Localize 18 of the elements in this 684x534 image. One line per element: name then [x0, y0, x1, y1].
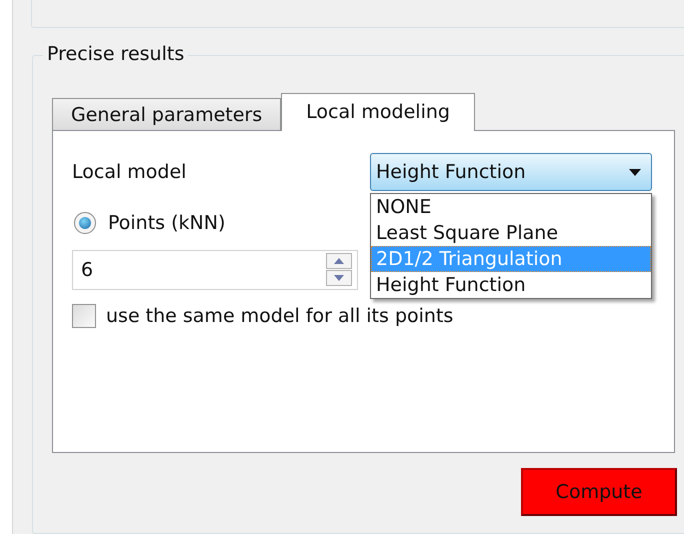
field-label: Local model	[72, 160, 188, 185]
radio-button[interactable]	[74, 212, 96, 234]
compute-button[interactable]: Compute	[521, 468, 677, 516]
down-arrow-icon	[334, 275, 344, 281]
dropdown-option[interactable]: Height Function	[371, 272, 651, 298]
spin-up-button[interactable]	[326, 253, 352, 269]
dropdown-option[interactable]: NONE	[371, 194, 651, 220]
tab[interactable]: Local modeling	[281, 93, 475, 131]
caret-icon	[629, 168, 641, 176]
radio-label: Points (kNN)	[108, 210, 226, 236]
number-field[interactable]: 6	[72, 250, 358, 290]
dropdown-option[interactable]: Least Square Plane	[371, 220, 651, 246]
checkbox[interactable]	[72, 304, 96, 328]
local-model-dropdown[interactable]: Height Function	[370, 153, 652, 191]
spin-down-button[interactable]	[326, 270, 352, 286]
checkbox-label: use the same model for all its points	[106, 304, 454, 329]
tab[interactable]: General parameters	[52, 98, 282, 130]
up-arrow-icon	[334, 258, 344, 264]
